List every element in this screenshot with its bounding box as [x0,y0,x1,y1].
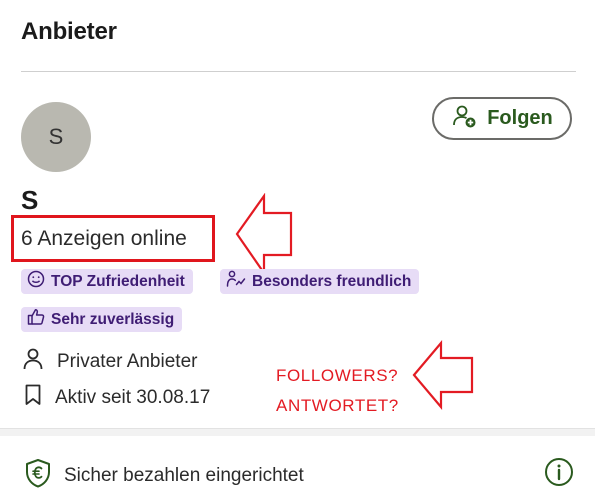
friendly-hand-icon [226,270,246,293]
section-title: Anbieter [21,18,117,45]
thumbs-up-icon [27,308,45,331]
follow-button-label: Folgen [487,107,553,129]
bookmark-icon [25,384,41,412]
badge-label: Sehr zuverlässig [51,310,175,328]
badge-label: TOP Zufriedenheit [51,272,185,290]
secure-payment-label: Sicher bezahlen eingerichtet [64,465,304,486]
person-icon [23,348,43,376]
annotation-arrow-left [235,193,293,277]
annotation-arrow-left-2 [412,340,474,410]
section-divider [0,428,595,436]
shield-euro-icon [24,458,52,494]
follow-button[interactable]: Folgen [432,97,572,140]
seller-type-row: Privater Anbieter [23,348,197,376]
seller-name: S [21,185,39,215]
avatar[interactable]: S [21,102,91,172]
info-icon[interactable] [544,457,574,487]
add-user-icon [451,103,477,135]
badge-sehr-zuverlaessig[interactable]: Sehr zuverlässig [21,307,183,332]
annotation-followers: FOLLOWERS? [276,366,399,385]
active-since-row: Aktiv seit 30.08.17 [25,384,210,412]
avatar-letter: S [48,124,64,149]
divider [21,71,576,72]
badge-besonders-freundlich[interactable]: Besonders freundlich [220,269,420,294]
ads-online-link[interactable]: 6 Anzeigen online [21,227,187,251]
annotation-antwortet: ANTWORTET? [276,396,399,415]
smiley-icon [27,270,45,293]
secure-payment-row: Sicher bezahlen eingerichtet [24,458,304,494]
badge-top-zufriedenheit[interactable]: TOP Zufriedenheit [21,269,193,294]
seller-type: Privater Anbieter [57,351,198,372]
active-since: Aktiv seit 30.08.17 [55,387,211,408]
badge-label: Besonders freundlich [252,272,412,290]
